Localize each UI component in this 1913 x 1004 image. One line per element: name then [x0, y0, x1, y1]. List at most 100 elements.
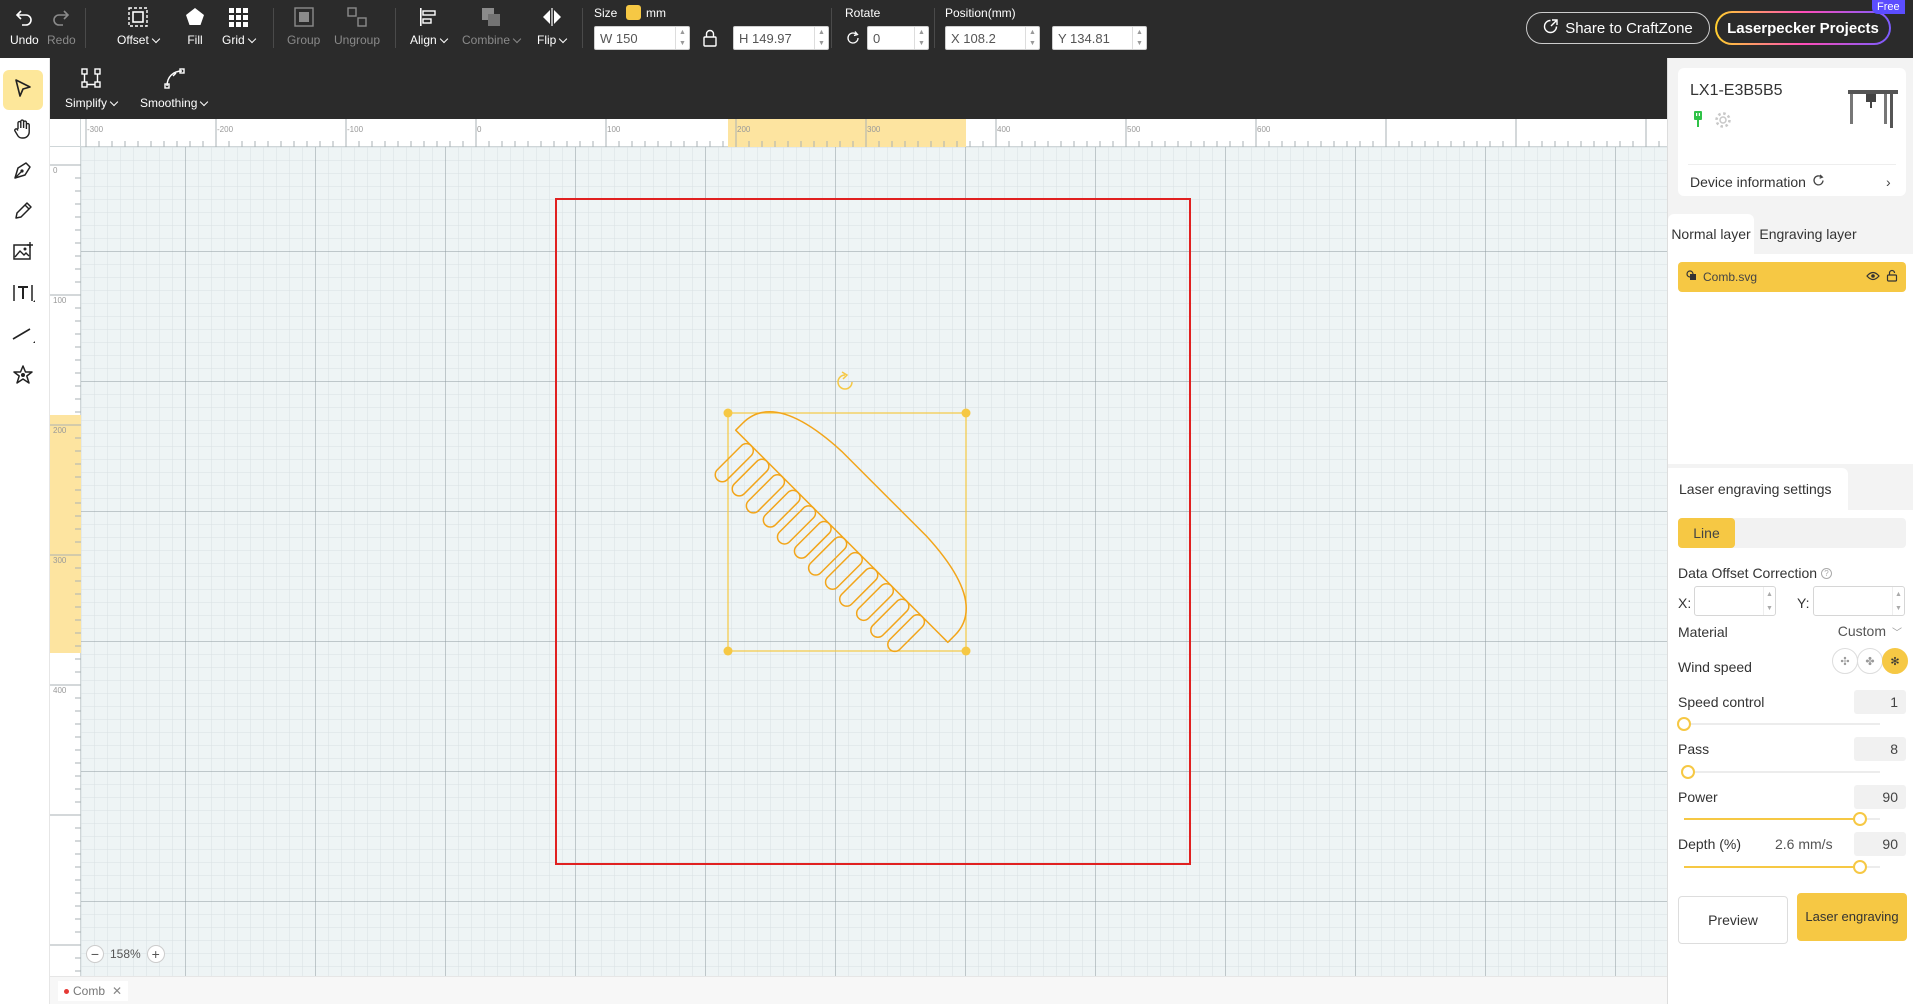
design-canvas[interactable]: -300 -200 -100 0 100 200 300 400 500 600… — [50, 119, 1667, 976]
layer-tabs: Normal layer Engraving layer — [1668, 214, 1913, 254]
rotate-field[interactable]: 0 ▲ ▼ — [867, 26, 929, 50]
share-craftzone-button[interactable]: Share to CraftZone — [1526, 12, 1710, 44]
free-badge: Free — [1872, 0, 1905, 14]
height-field[interactable]: H 149.97 ▲ ▼ — [733, 26, 829, 50]
speed-control-slider[interactable] — [1677, 717, 1880, 731]
shapes-tool[interactable] — [3, 357, 43, 397]
ruler-label: 300 — [53, 556, 67, 565]
laser-engraving-button[interactable]: Laser engraving — [1797, 893, 1907, 941]
position-label: Position(mm) — [945, 6, 1016, 20]
rotate-stepper[interactable]: ▲ ▼ — [914, 27, 928, 49]
pen-tool[interactable] — [3, 152, 43, 192]
document-tab[interactable]: Comb ✕ — [58, 981, 129, 1001]
combine-button[interactable]: Combine — [462, 5, 520, 47]
pen-icon — [12, 159, 34, 186]
device-information-link[interactable]: Device information — [1690, 174, 1825, 190]
ungroup-button[interactable]: Ungroup — [334, 5, 380, 47]
chevron-right-icon[interactable]: › — [1886, 174, 1891, 190]
redo-button[interactable]: Redo — [47, 5, 76, 47]
line-tool[interactable] — [3, 316, 43, 356]
resize-handle[interactable] — [723, 408, 733, 418]
tab-normal-layer[interactable]: Normal layer — [1668, 214, 1754, 254]
offset-y-input[interactable]: ▲ ▼ — [1813, 586, 1905, 616]
tab-engraving-layer[interactable]: Engraving layer — [1758, 214, 1858, 254]
refresh-icon[interactable] — [1812, 174, 1825, 190]
depth-value[interactable]: 90 — [1854, 832, 1906, 856]
undo-button[interactable]: Undo — [10, 5, 39, 47]
top-toolbar: Undo Redo Offset Fill Grid Group Ungroup… — [0, 0, 1913, 58]
lock-icon[interactable] — [1886, 269, 1898, 285]
slider-knob[interactable] — [1680, 765, 1695, 779]
offset-icon — [126, 5, 150, 29]
zoom-control: − 158% + — [86, 942, 165, 966]
select-tool[interactable] — [3, 70, 43, 110]
zoom-in-button[interactable]: + — [146, 945, 165, 963]
zoom-out-button[interactable]: − — [86, 945, 104, 963]
hand-tool[interactable] — [3, 111, 43, 151]
grid-button[interactable]: Grid — [222, 5, 255, 47]
position-x-field[interactable]: X 108.2 ▲ ▼ — [945, 26, 1040, 50]
simplify-button[interactable]: Simplify — [65, 67, 117, 110]
device-settings-gear-icon[interactable] — [1714, 111, 1732, 134]
depth-slider[interactable] — [1684, 860, 1880, 874]
line-icon — [11, 323, 35, 350]
preview-button[interactable]: Preview — [1678, 896, 1788, 944]
wind-medium-button[interactable]: ✤ — [1857, 648, 1883, 674]
pass-value[interactable]: 8 — [1854, 737, 1906, 761]
position-y-stepper[interactable]: ▲ ▼ — [1132, 27, 1146, 49]
fill-button[interactable]: Fill — [183, 5, 207, 47]
mode-line-button[interactable]: Line — [1678, 518, 1735, 548]
layer-item[interactable]: Comb.svg — [1678, 262, 1906, 292]
height-stepper[interactable]: ▲ ▼ — [814, 27, 828, 49]
image-tool[interactable] — [3, 234, 43, 274]
slider-knob[interactable] — [1677, 717, 1691, 731]
settings-title[interactable]: Laser engraving settings — [1668, 468, 1848, 510]
resize-handle[interactable] — [723, 646, 733, 656]
lock-icon[interactable] — [703, 29, 717, 52]
power-value[interactable]: 90 — [1854, 785, 1906, 809]
wind-low-button[interactable]: ✣ — [1832, 648, 1858, 674]
slider-knob[interactable] — [1853, 860, 1868, 874]
offset-y-stepper[interactable]: ▲ ▼ — [1892, 587, 1904, 615]
pass-slider[interactable] — [1680, 765, 1880, 779]
vertical-ruler: 0 100 200 300 400 — [50, 147, 81, 976]
unit-toggle[interactable] — [626, 5, 641, 20]
depth-label: Depth (%) — [1678, 836, 1742, 852]
material-select[interactable]: Custom ﹀ — [1838, 623, 1902, 639]
grid-icon — [226, 5, 250, 29]
position-y-field[interactable]: Y 134.81 ▲ ▼ — [1052, 26, 1147, 50]
smoothing-button[interactable]: Smoothing — [140, 67, 207, 110]
flip-button[interactable]: Flip — [537, 5, 566, 47]
pencil-tool[interactable] — [3, 193, 43, 233]
device-card[interactable]: LX1-E3B5B5 Device information › — [1678, 68, 1906, 196]
speed-control-value[interactable]: 1 — [1854, 690, 1906, 714]
unsaved-indicator — [64, 988, 69, 994]
group-button[interactable]: Group — [287, 5, 320, 47]
offset-button[interactable]: Offset — [117, 5, 159, 47]
position-x-stepper[interactable]: ▲ ▼ — [1025, 27, 1039, 49]
close-icon[interactable]: ✕ — [112, 984, 122, 998]
resize-handle[interactable] — [961, 408, 971, 418]
layer-name: Comb.svg — [1703, 270, 1758, 284]
laserpecker-app: Undo Redo Offset Fill Grid Group Ungroup… — [0, 0, 1913, 1004]
offset-x-input[interactable]: ▲ ▼ — [1694, 586, 1776, 616]
eye-icon[interactable] — [1866, 270, 1880, 284]
laserpecker-projects-button[interactable]: Laserpecker Projects — [1715, 11, 1891, 45]
ruler-label: 400 — [53, 686, 67, 695]
power-slider[interactable] — [1684, 812, 1880, 826]
help-icon[interactable]: ? — [1821, 567, 1833, 579]
width-field[interactable]: W 150 ▲ ▼ — [594, 26, 690, 50]
slider-knob[interactable] — [1853, 812, 1868, 826]
width-stepper[interactable]: ▲ ▼ — [675, 27, 689, 49]
resize-handle[interactable] — [961, 646, 971, 656]
align-button[interactable]: Align — [410, 5, 447, 47]
toolbar-divider — [273, 8, 274, 48]
text-tool[interactable] — [3, 275, 43, 315]
chevron-down-icon: ﹀ — [1892, 627, 1902, 639]
offset-x-stepper[interactable]: ▲ ▼ — [1763, 587, 1775, 615]
wind-high-button[interactable]: ✻ — [1882, 648, 1908, 674]
undo-icon — [12, 5, 36, 29]
redo-icon — [49, 5, 73, 29]
shapes-icon — [12, 364, 34, 391]
zoom-level: 158% — [110, 947, 141, 961]
